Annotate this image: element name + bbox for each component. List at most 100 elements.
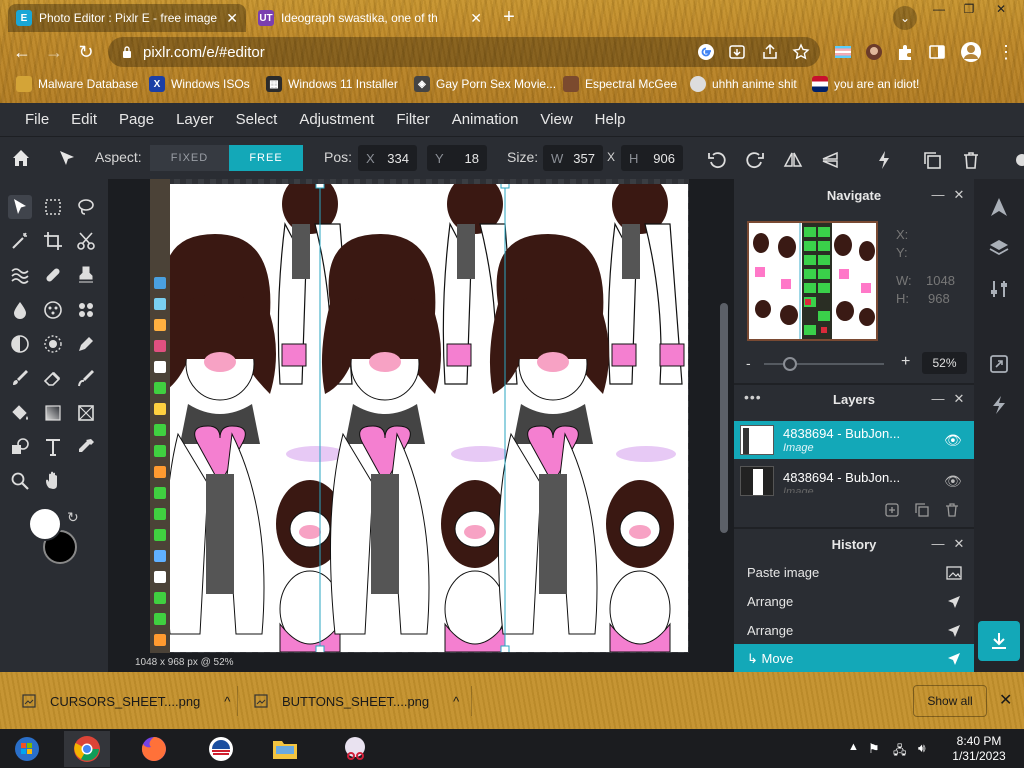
network-icon[interactable]: 🖧︎: [893, 741, 906, 762]
menu-select[interactable]: Select: [236, 111, 278, 128]
download-save-button[interactable]: [978, 621, 1020, 661]
bookmark-star-icon[interactable]: [792, 43, 810, 61]
auto-magic-icon[interactable]: [874, 150, 894, 170]
adjust-properties-icon[interactable]: [988, 278, 1010, 300]
size-height-field[interactable]: H 906: [621, 145, 683, 171]
vertical-scrollbar[interactable]: [720, 303, 728, 533]
swap-colors-icon[interactable]: ↻: [67, 509, 79, 526]
history-minimize-icon[interactable]: —: [931, 537, 945, 551]
size-link-x[interactable]: X: [607, 150, 615, 164]
taskbar-clock[interactable]: 8:40 PM 1/31/2023: [940, 734, 1018, 764]
extensions-puzzle-icon[interactable]: [896, 43, 914, 61]
menu-layer[interactable]: Layer: [176, 111, 214, 128]
layer-visibility-eye-icon[interactable]: 👁︎: [944, 432, 962, 449]
profile-avatar-icon[interactable]: [960, 41, 982, 63]
menu-view[interactable]: View: [540, 111, 572, 128]
flip-horizontal-icon[interactable]: [783, 150, 803, 170]
history-close-icon[interactable]: ✕: [952, 537, 966, 551]
taskbar-firefox[interactable]: [131, 731, 177, 767]
quick-action-icon[interactable]: [988, 394, 1010, 416]
duplicate-icon[interactable]: [922, 150, 942, 170]
add-layer-icon[interactable]: [884, 502, 900, 518]
fullscreen-icon[interactable]: [988, 353, 1010, 375]
history-item[interactable]: Paste image: [734, 558, 974, 587]
install-app-icon[interactable]: [728, 43, 746, 61]
volume-icon[interactable]: 🔊︎: [918, 741, 926, 756]
liquify-tool-button[interactable]: [8, 263, 32, 287]
taskbar-chrome[interactable]: [64, 731, 110, 767]
layers-close-icon[interactable]: ✕: [952, 392, 966, 406]
zoom-in-icon[interactable]: +: [901, 353, 910, 371]
layer-row-selected[interactable]: 4838694 - BubJon... Image 👁︎: [734, 421, 974, 459]
share-icon[interactable]: [761, 43, 779, 61]
layers-icon[interactable]: [988, 237, 1010, 259]
tab-close-icon[interactable]: ✕: [226, 10, 238, 27]
rotate-left-icon[interactable]: [707, 150, 727, 170]
menu-filter[interactable]: Filter: [396, 111, 429, 128]
menu-animation[interactable]: Animation: [452, 111, 519, 128]
duplicate-layer-icon[interactable]: [914, 502, 930, 518]
navigate-close-icon[interactable]: ✕: [952, 188, 966, 202]
eyedropper-tool-button[interactable]: [74, 435, 98, 459]
blur-drop-button[interactable]: [8, 298, 32, 322]
action-flag-icon[interactable]: ⚑: [868, 741, 880, 757]
tray-overflow-icon[interactable]: ▲: [848, 741, 859, 753]
minimize-icon[interactable]: —: [924, 0, 954, 18]
navigator-thumbnail[interactable]: [747, 221, 878, 341]
zoom-magnifier-button[interactable]: [8, 469, 32, 493]
eraser-tool-button[interactable]: [41, 366, 65, 390]
download-options-chevron-icon[interactable]: ^: [224, 694, 230, 709]
show-all-downloads-button[interactable]: Show all: [913, 685, 987, 717]
text-tool-button[interactable]: [41, 435, 65, 459]
bookmark-espectral-mcgee[interactable]: Espectral McGee: [563, 74, 677, 94]
hand-pan-tool-button[interactable]: [41, 469, 65, 493]
zoom-percent-field[interactable]: 52%: [922, 352, 967, 374]
settings-gear-icon[interactable]: [1012, 150, 1024, 170]
zoom-slider-track[interactable]: [764, 363, 884, 365]
rotate-right-icon[interactable]: [745, 150, 765, 170]
tab-close-icon[interactable]: ✕: [470, 10, 482, 27]
tab-ideograph[interactable]: UT Ideograph swastika, one of th ✕: [250, 4, 490, 32]
forward-arrow-icon[interactable]: →: [42, 40, 66, 64]
color-brush-button[interactable]: [74, 366, 98, 390]
download-item[interactable]: BUTTONS_SHEET....png ^: [254, 690, 459, 712]
flip-vertical-icon[interactable]: [820, 150, 840, 170]
sharpen-sun-button[interactable]: [41, 332, 65, 356]
tab-search-icon[interactable]: ⌄: [893, 6, 917, 30]
bookmark-malware-database[interactable]: Malware Database: [16, 74, 138, 94]
bookmark-anime[interactable]: uhhh anime shit: [690, 74, 797, 94]
menu-edit[interactable]: Edit: [71, 111, 97, 128]
taskbar-file-explorer[interactable]: [262, 731, 308, 767]
trash-icon[interactable]: [961, 150, 981, 170]
home-icon[interactable]: [11, 148, 31, 168]
aspect-free-button[interactable]: FREE: [229, 145, 303, 171]
taskbar-paint[interactable]: [332, 731, 378, 767]
download-options-chevron-icon[interactable]: ^: [453, 694, 459, 709]
crop-tool-button[interactable]: [41, 229, 65, 253]
select-arrow-tool-button[interactable]: [8, 195, 32, 219]
bookmark-windows-11-installer[interactable]: ▦ Windows 11 Installer: [266, 74, 398, 94]
google-icon[interactable]: [697, 43, 715, 61]
new-tab-button[interactable]: +: [497, 6, 521, 30]
lasso-tool-button[interactable]: [74, 195, 98, 219]
trans-flag-extension-icon[interactable]: [834, 43, 852, 61]
pen-tool-button[interactable]: [74, 332, 98, 356]
delete-layer-icon[interactable]: [944, 502, 960, 518]
pos-x-field[interactable]: X 334: [358, 145, 417, 171]
zoom-slider-knob[interactable]: [783, 357, 798, 371]
bookmark-windows-isos[interactable]: X Windows ISOs: [149, 74, 250, 94]
pos-y-field[interactable]: Y 18: [427, 145, 487, 171]
heal-bandage-button[interactable]: [41, 263, 65, 287]
gradient-tool-button[interactable]: [41, 401, 65, 425]
menu-adjustment[interactable]: Adjustment: [299, 111, 374, 128]
aspect-fixed-button[interactable]: FIXED: [150, 145, 229, 171]
navigator-icon[interactable]: [988, 196, 1010, 218]
side-panel-icon[interactable]: [928, 43, 946, 61]
avatar-extension-icon[interactable]: [865, 43, 883, 61]
reload-icon[interactable]: ↻: [74, 40, 98, 64]
history-item[interactable]: Arrange: [734, 616, 974, 645]
marquee-tool-button[interactable]: [41, 195, 65, 219]
cutout-scissors-button[interactable]: [74, 229, 98, 253]
brush-tool-button[interactable]: [8, 366, 32, 390]
zoom-out-icon[interactable]: -: [746, 355, 751, 371]
